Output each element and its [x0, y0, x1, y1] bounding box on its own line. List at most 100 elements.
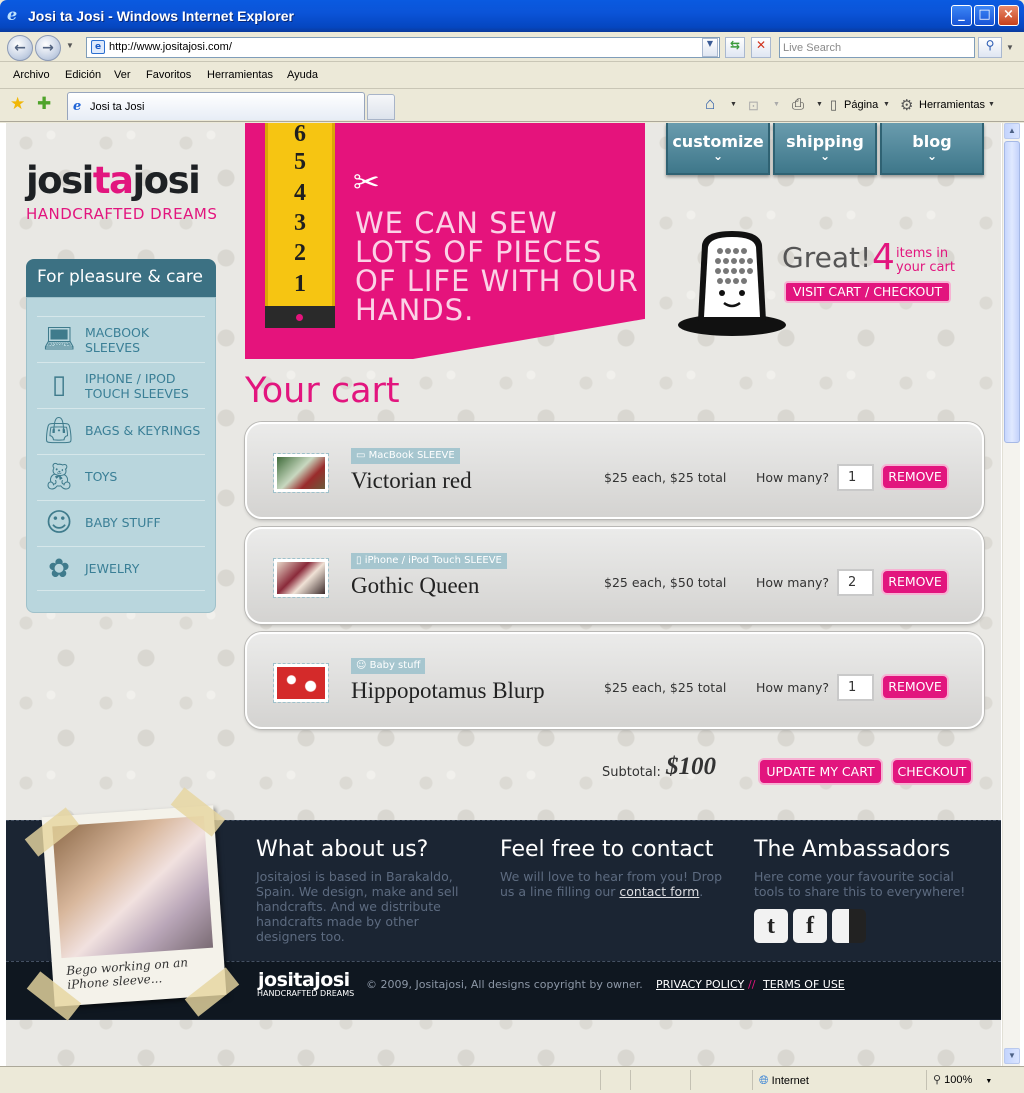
remove-button[interactable]: REMOVE — [881, 674, 949, 700]
photo-caption: Bego working on an iPhone sleeve... — [65, 955, 189, 992]
window-titlebar[interactable]: e Josi ta Josi - Windows Internet Explor… — [0, 0, 1024, 32]
sidebar-item-toys[interactable]: 🧸︎ TOYS — [37, 454, 205, 499]
product-name[interactable]: Gothic Queen — [351, 573, 479, 599]
category-sidebar: For pleasure & care 💻︎ MACBOOK SLEEVES ▯… — [26, 259, 216, 613]
nav-shipping[interactable]: shipping ⌄ — [773, 123, 877, 175]
chevron-down-icon: ⌄ — [819, 149, 831, 163]
contact-form-link[interactable]: contact form — [619, 884, 699, 899]
visit-cart-button[interactable]: VISIT CART / CHECKOUT — [784, 281, 951, 303]
privacy-policy-link[interactable]: PRIVACY POLICY — [656, 978, 744, 991]
logo-part-3: josi — [132, 159, 200, 202]
favorites-star-icon[interactable]: ★ — [10, 94, 25, 114]
tools-dropdown-icon[interactable]: ▼ — [988, 101, 995, 108]
quantity-input[interactable]: 1 — [837, 464, 874, 491]
home-icon[interactable]: ⌂ — [705, 94, 715, 114]
site-logo[interactable]: jositajosi — [26, 159, 201, 202]
globe-icon: 🌐︎ — [759, 1073, 769, 1087]
sidebar-item-iphone-sleeves[interactable]: ▯ IPHONE / IPOD TOUCH SLEEVES — [37, 362, 205, 407]
update-cart-button[interactable]: UPDATE MY CART — [758, 758, 883, 785]
twitter-icon[interactable]: t — [754, 909, 788, 943]
menu-file[interactable]: Archivo — [13, 69, 50, 81]
menu-favorites[interactable]: Favoritos — [146, 69, 191, 81]
quantity-input[interactable]: 1 — [837, 674, 874, 701]
footer-logo[interactable]: jositajosi — [258, 969, 350, 991]
page-icon: e — [91, 40, 105, 54]
scroll-thumb[interactable] — [1004, 141, 1020, 443]
product-thumbnail[interactable] — [273, 453, 329, 493]
subtotal-label: Subtotal: — [602, 765, 661, 780]
address-dropdown-button[interactable]: ▼ — [702, 38, 718, 57]
cart-item-row: ▯ iPhone / iPod Touch SLEEVE Gothic Quee… — [245, 527, 984, 624]
address-bar[interactable]: e http://www.jositajosi.com/ — [86, 37, 720, 58]
home-dropdown-icon[interactable]: ▼ — [730, 101, 737, 108]
remove-button[interactable]: REMOVE — [881, 464, 949, 490]
security-zone[interactable]: 🌐︎ Internet — [752, 1070, 922, 1090]
vertical-scrollbar[interactable]: ▲ ▼ — [1002, 123, 1020, 1066]
close-button[interactable]: × — [998, 5, 1019, 26]
product-price: $25 each, $25 total — [604, 680, 727, 695]
facebook-icon[interactable]: f — [793, 909, 827, 943]
browser-tab[interactable]: e Josi ta Josi — [67, 92, 365, 120]
sidebar-item-label: JEWELRY — [85, 561, 140, 576]
about-heading: What about us? — [256, 837, 429, 862]
scroll-up-icon[interactable]: ▲ — [1004, 123, 1020, 139]
menu-view[interactable]: Ver — [114, 69, 131, 81]
history-dropdown-icon[interactable]: ▼ — [66, 41, 74, 50]
nav-blog[interactable]: blog ⌄ — [880, 123, 984, 175]
contact-heading: Feel free to contact — [500, 837, 714, 862]
menu-help[interactable]: Ayuda — [287, 69, 318, 81]
stop-button[interactable]: ✕ — [751, 37, 771, 58]
product-thumbnail[interactable] — [273, 558, 329, 598]
sidebar-item-macbook-sleeves[interactable]: 💻︎ MACBOOK SLEEVES — [37, 316, 205, 361]
product-name[interactable]: Hippopotamus Blurp — [351, 678, 545, 704]
feeds-dropdown-icon[interactable]: ▼ — [773, 101, 780, 108]
product-name[interactable]: Victorian red — [351, 468, 472, 494]
forward-button[interactable]: → — [35, 35, 61, 61]
status-bar: 🌐︎ Internet ⚲ 100% ▼ — [0, 1066, 1024, 1093]
sidebar-item-bags-keyrings[interactable]: 👜︎ BAGS & KEYRINGS — [37, 408, 205, 453]
sidebar-item-jewelry[interactable]: ✿ JEWELRY — [37, 546, 205, 591]
thimble-mascot-icon — [678, 231, 786, 336]
search-button[interactable]: ⚲ — [978, 37, 1002, 58]
quantity-input[interactable]: 2 — [837, 569, 874, 596]
remove-button[interactable]: REMOVE — [881, 569, 949, 595]
print-icon[interactable]: ⎙ — [792, 96, 804, 113]
menu-edit[interactable]: Edición — [65, 69, 101, 81]
add-favorite-icon[interactable]: ✚ — [37, 94, 51, 114]
stop-icon: ✕ — [755, 38, 767, 52]
checkout-button[interactable]: CHECKOUT — [891, 758, 973, 785]
zoom-dropdown-icon[interactable]: ▼ — [985, 1078, 992, 1085]
search-input[interactable]: Live Search — [779, 37, 975, 58]
bib-icon: ☺ — [45, 508, 73, 538]
zoom-control[interactable]: ⚲ 100% ▼ — [926, 1070, 1006, 1090]
product-category-tag: ▭ MacBook SLEEVE — [351, 448, 460, 464]
page-dropdown-icon[interactable]: ▼ — [883, 101, 890, 108]
tools-menu[interactable]: Herramientas — [919, 99, 985, 111]
logo-part-2: ta — [92, 159, 134, 202]
terms-of-use-link[interactable]: TERMS OF USE — [763, 978, 845, 991]
zoom-icon: ⚲ — [933, 1074, 942, 1086]
product-thumbnail[interactable] — [273, 663, 329, 703]
search-options-icon[interactable]: ▼ — [1006, 43, 1014, 52]
category-label: Baby stuff — [369, 660, 421, 671]
refresh-button[interactable]: ⇆ — [725, 37, 745, 58]
scroll-down-icon[interactable]: ▼ — [1004, 1048, 1020, 1064]
back-button[interactable]: ← — [7, 35, 33, 61]
new-tab-button[interactable] — [367, 94, 395, 120]
quantity-label: How many? — [756, 575, 830, 590]
delicious-icon[interactable]: d — [832, 909, 866, 943]
page-menu[interactable]: Página — [844, 99, 878, 111]
bib-icon: ☺ — [356, 660, 370, 671]
print-dropdown-icon[interactable]: ▼ — [816, 101, 823, 108]
chevron-down-icon: ⌄ — [926, 149, 938, 163]
contact-text-end: . — [699, 884, 704, 899]
feeds-icon[interactable]: ⊡ — [748, 98, 759, 114]
minimize-button[interactable]: _ — [951, 5, 972, 26]
nav-customize[interactable]: customize ⌄ — [666, 123, 770, 175]
maximize-button[interactable]: □ — [974, 5, 995, 26]
polaroid-photo: Bego working on an iPhone sleeve... — [41, 805, 227, 1007]
back-arrow-icon: ← — [14, 40, 26, 56]
banner-slogan: WE CAN SEW LOTS OF PIECES OF LIFE WITH O… — [355, 206, 639, 327]
menu-tools[interactable]: Herramientas — [207, 69, 273, 81]
sidebar-item-baby-stuff[interactable]: ☺ BABY STUFF — [37, 500, 205, 545]
